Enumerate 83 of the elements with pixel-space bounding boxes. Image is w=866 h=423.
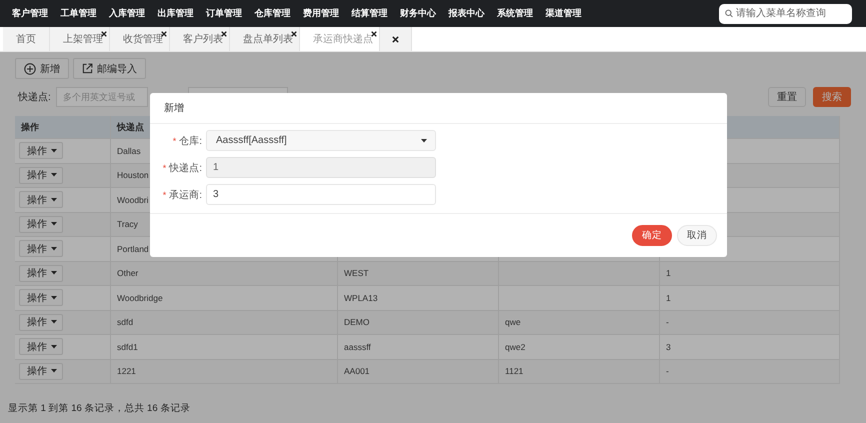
close-icon[interactable] — [221, 31, 227, 37]
column-header: 操作 — [15, 116, 111, 138]
cancel-button[interactable]: 取消 — [677, 225, 717, 246]
caret-icon — [51, 173, 57, 178]
table-cell: AA001 — [338, 360, 499, 383]
caret-icon — [51, 198, 57, 202]
dialog-title: 新增 — [164, 102, 184, 115]
table-cell: 1221 — [111, 360, 338, 383]
menu-item[interactable]: 订单管理 — [206, 7, 254, 20]
search-icon — [725, 9, 733, 18]
toolbar-button[interactable]: 新增 — [15, 58, 69, 79]
table-cell: 1 — [660, 262, 840, 285]
table-cell: 3 — [660, 335, 840, 358]
action-dropdown-button[interactable]: 操作 — [19, 166, 63, 184]
caret-icon — [51, 320, 57, 324]
action-dropdown-button[interactable]: 操作 — [19, 240, 63, 258]
table-cell: WPLA13 — [338, 286, 499, 310]
filter-label: 快递点: — [18, 90, 51, 104]
menu-item[interactable]: 出库管理 — [158, 7, 206, 20]
field-label: 承运商: — [169, 188, 202, 202]
filter-input[interactable]: 多个用英文逗号或 — [56, 87, 148, 107]
select-field[interactable]: Aasssff[Aasssff] — [206, 130, 436, 151]
confirm-button[interactable]: 确定 — [632, 225, 672, 246]
required-mark: * — [162, 162, 166, 172]
menu-item[interactable]: 仓库管理 — [254, 7, 303, 20]
caret-icon — [51, 148, 57, 153]
record-count-text: 显示第 1 到第 16 条记录，总共 16 条记录 — [8, 402, 190, 415]
table-cell: DEMO — [338, 310, 499, 334]
menu-item[interactable]: 结算管理 — [352, 7, 400, 20]
table-cell: WEST — [338, 262, 499, 285]
tab[interactable]: 首页 — [3, 27, 50, 51]
action-dropdown-button[interactable]: 操作 — [19, 338, 63, 356]
menu-item[interactable]: 客户管理 — [12, 7, 60, 20]
table-cell: sdfd — [111, 310, 338, 334]
table-cell: 1121 — [499, 360, 660, 383]
table-cell: Other — [111, 262, 338, 285]
required-mark: * — [162, 190, 166, 200]
menu-item[interactable]: 费用管理 — [303, 7, 352, 20]
plus-circle-icon — [24, 62, 36, 74]
search-input[interactable]: 请输入菜单名称查询 — [736, 8, 846, 19]
action-dropdown-button[interactable]: 操作 — [19, 314, 63, 331]
close-icon[interactable] — [161, 31, 167, 37]
tab[interactable]: 上架管理 — [50, 27, 110, 51]
table-cell: sdfd1 — [111, 335, 338, 358]
close-icon[interactable] — [291, 31, 297, 37]
caret-icon — [51, 296, 57, 300]
menu-item[interactable]: 入库管理 — [109, 7, 158, 20]
close-icon — [392, 36, 399, 42]
action-dropdown-button[interactable]: 操作 — [19, 216, 63, 233]
menu-item[interactable]: 系统管理 — [497, 7, 546, 20]
tab[interactable]: 盘点单列表 — [230, 27, 300, 51]
action-dropdown-button[interactable]: 操作 — [19, 362, 63, 380]
close-all-tab[interactable] — [380, 27, 412, 51]
menu-item[interactable]: 报表中心 — [448, 7, 497, 20]
table-cell: - — [660, 360, 840, 383]
table-cell: - — [660, 310, 840, 334]
table-cell: qwe — [499, 310, 660, 334]
close-icon[interactable] — [371, 31, 377, 37]
tab[interactable]: 客户列表 — [170, 27, 230, 51]
action-dropdown-button[interactable]: 操作 — [19, 191, 63, 208]
menu-item[interactable]: 财务中心 — [400, 7, 448, 20]
field-label: 快递点: — [169, 162, 202, 174]
action-dropdown-button[interactable]: 操作 — [19, 142, 63, 160]
caret-icon — [51, 246, 57, 251]
action-dropdown-button[interactable]: 操作 — [19, 264, 63, 282]
menu-item[interactable]: 渠道管理 — [546, 7, 594, 20]
table-cell: aasssff — [338, 335, 499, 358]
table-cell: qwe2 — [499, 335, 660, 358]
caret-icon — [51, 271, 57, 276]
input-field[interactable]: 3 — [206, 184, 436, 205]
table-cell: 1 — [660, 286, 840, 310]
tab[interactable]: 收货管理 — [110, 27, 170, 51]
search-field[interactable]: 请输入菜单名称查询 — [719, 4, 852, 24]
caret-icon — [51, 369, 57, 374]
table-cell: Woodbridge — [111, 286, 338, 310]
action-dropdown-button[interactable]: 操作 — [19, 289, 63, 306]
caret-icon — [51, 344, 57, 349]
caret-icon — [51, 222, 57, 226]
close-icon[interactable] — [101, 31, 107, 37]
toolbar-button[interactable]: 邮编导入 — [73, 58, 146, 79]
reset-button[interactable]: 重置 — [768, 87, 806, 107]
menu-item[interactable]: 工单管理 — [60, 7, 109, 20]
export-icon — [82, 63, 93, 74]
